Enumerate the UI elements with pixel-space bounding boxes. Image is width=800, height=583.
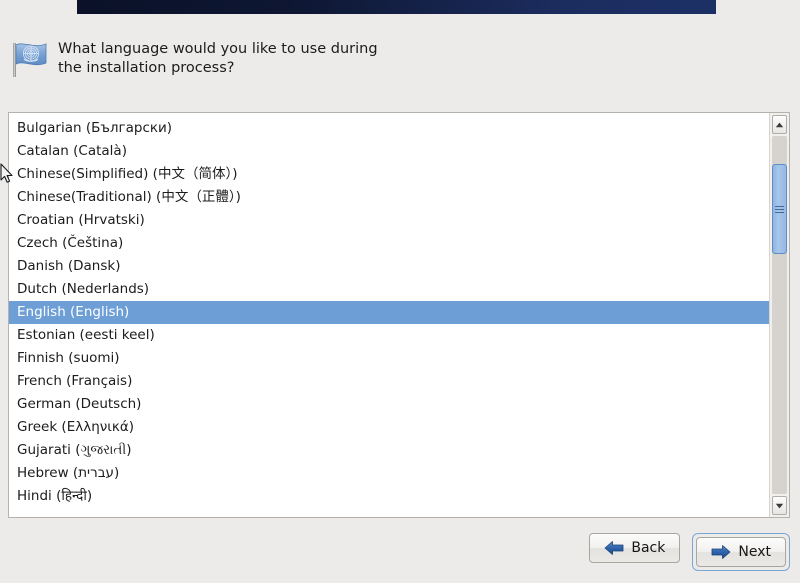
scrollbar-thumb[interactable] — [772, 164, 787, 254]
language-list[interactable]: Bulgarian (Български) Catalan (Català) C… — [9, 113, 769, 517]
back-button-label: Back — [631, 540, 666, 556]
header: What language would you like to use duri… — [8, 36, 778, 82]
un-flag-icon — [8, 38, 52, 82]
navigation-buttons: Back Next — [589, 533, 790, 571]
next-button[interactable]: Next — [696, 537, 786, 567]
scrollbar-grip-icon — [775, 204, 784, 215]
list-item[interactable]: German (Deutsch) — [9, 393, 769, 416]
scrollbar-track[interactable] — [772, 136, 787, 494]
list-item[interactable]: Finnish (suomi) — [9, 347, 769, 370]
list-item[interactable]: Catalan (Català) — [9, 140, 769, 163]
back-button[interactable]: Back — [589, 533, 681, 563]
vertical-scrollbar[interactable] — [769, 113, 789, 517]
chevron-down-icon — [775, 503, 784, 509]
page-title: What language would you like to use duri… — [58, 41, 378, 76]
list-item[interactable]: Hindi (हिन्दी) — [9, 485, 769, 508]
list-item[interactable]: Gujarati (ગુજરાતી) — [9, 439, 769, 462]
list-item[interactable]: Bulgarian (Български) — [9, 117, 769, 140]
list-item[interactable]: Chinese(Simplified) (中文（简体）) — [9, 163, 769, 186]
list-item[interactable]: Czech (Čeština) — [9, 232, 769, 255]
list-item[interactable]: Greek (Ελληνικά) — [9, 416, 769, 439]
language-listbox[interactable]: Bulgarian (Български) Catalan (Català) C… — [8, 112, 790, 518]
scroll-down-button[interactable] — [772, 496, 787, 515]
next-button-focus-ring: Next — [692, 533, 790, 571]
scroll-up-button[interactable] — [772, 115, 787, 134]
next-button-label: Next — [738, 544, 771, 560]
top-banner — [77, 0, 716, 14]
arrow-left-icon — [604, 540, 624, 556]
list-item[interactable]: Croatian (Hrvatski) — [9, 209, 769, 232]
list-item[interactable]: Danish (Dansk) — [9, 255, 769, 278]
list-item[interactable]: Dutch (Nederlands) — [9, 278, 769, 301]
list-item[interactable]: Hebrew (עברית) — [9, 462, 769, 485]
list-item[interactable]: Estonian (eesti keel) — [9, 324, 769, 347]
chevron-up-icon — [775, 122, 784, 128]
list-item[interactable]: French (Français) — [9, 370, 769, 393]
arrow-right-icon — [711, 544, 731, 560]
list-item[interactable]: Chinese(Traditional) (中文（正體）) — [9, 186, 769, 209]
list-item-selected[interactable]: English (English) — [9, 301, 769, 324]
